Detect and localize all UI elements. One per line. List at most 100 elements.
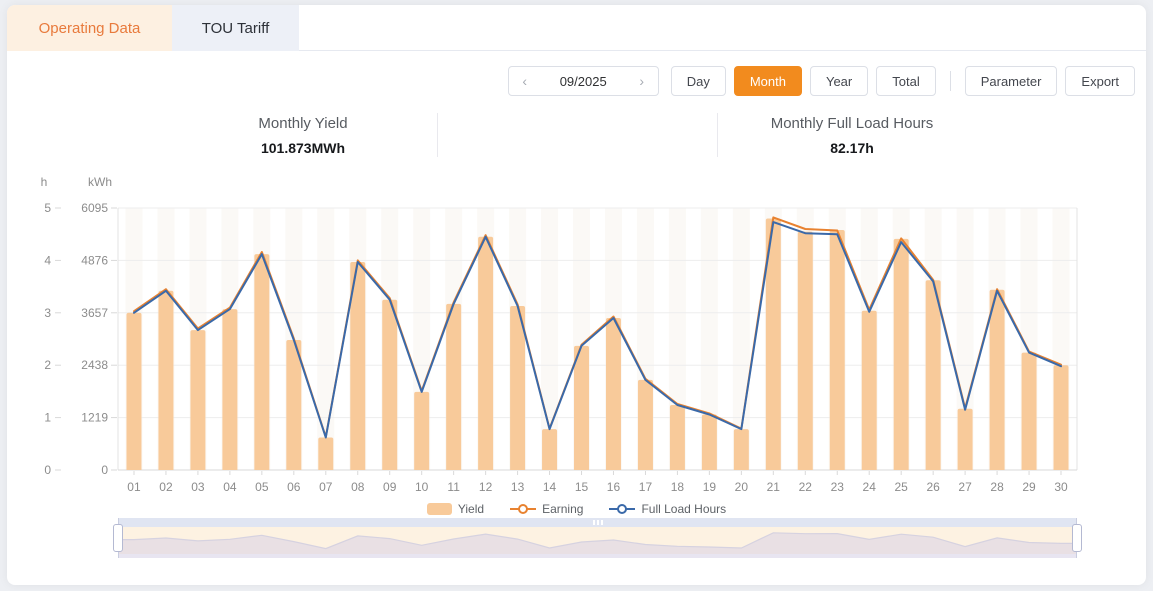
svg-text:h: h xyxy=(41,175,48,189)
svg-text:24: 24 xyxy=(863,480,877,494)
yield-bar-02 xyxy=(158,291,173,470)
svg-text:07: 07 xyxy=(319,480,333,494)
legend-flh-label: Full Load Hours xyxy=(641,502,726,516)
svg-text:25: 25 xyxy=(895,480,909,494)
svg-text:30: 30 xyxy=(1054,480,1068,494)
svg-text:10: 10 xyxy=(415,480,429,494)
svg-text:27: 27 xyxy=(958,480,972,494)
svg-text:08: 08 xyxy=(351,480,365,494)
export-button[interactable]: Export xyxy=(1065,66,1135,96)
yield-bar-04 xyxy=(222,309,237,470)
yield-bar-10 xyxy=(414,392,429,470)
svg-text:2438: 2438 xyxy=(81,358,108,372)
tab-tou-tariff-label: TOU Tariff xyxy=(202,20,270,37)
operating-data-card: Operating Data TOU Tariff ‹ 09/2025 › Da… xyxy=(7,5,1146,585)
yield-bar-18 xyxy=(670,405,685,470)
svg-text:18: 18 xyxy=(671,480,685,494)
svg-text:12: 12 xyxy=(479,480,493,494)
yield-bar-15 xyxy=(574,346,589,470)
chart-legend: Yield Earning Full Load Hours xyxy=(7,502,1146,516)
toolbar-divider xyxy=(950,71,951,91)
yield-bar-14 xyxy=(542,429,557,470)
svg-text:22: 22 xyxy=(799,480,813,494)
yield-bar-09 xyxy=(382,300,397,470)
svg-text:5: 5 xyxy=(44,201,51,215)
legend-item-flh[interactable]: Full Load Hours xyxy=(609,502,726,516)
yield-bar-26 xyxy=(926,280,941,470)
svg-text:05: 05 xyxy=(255,480,269,494)
date-value: 09/2025 xyxy=(541,74,626,89)
svg-text:11: 11 xyxy=(447,480,460,494)
yield-bar-28 xyxy=(990,290,1005,470)
svg-text:06: 06 xyxy=(287,480,301,494)
stat-monthly-yield: Monthly Yield 101.873MWh xyxy=(258,115,347,156)
data-zoom-scrollbar[interactable] xyxy=(118,518,1077,527)
tab-tou-tariff[interactable]: TOU Tariff xyxy=(172,5,299,51)
svg-text:14: 14 xyxy=(543,480,557,494)
data-zoom-right-handle[interactable] xyxy=(1072,524,1082,552)
yield-bar-03 xyxy=(190,330,205,470)
chart-canvas: hkWh012345012192438365748766095010203040… xyxy=(7,165,1146,502)
total-button[interactable]: Total xyxy=(876,66,935,96)
data-zoom-left-handle[interactable] xyxy=(113,524,123,552)
year-button[interactable]: Year xyxy=(810,66,868,96)
svg-text:19: 19 xyxy=(703,480,717,494)
yield-bar-30 xyxy=(1054,365,1069,470)
svg-text:20: 20 xyxy=(735,480,749,494)
svg-text:kWh: kWh xyxy=(88,175,112,189)
date-picker[interactable]: ‹ 09/2025 › xyxy=(508,66,659,96)
yield-bar-22 xyxy=(798,232,813,470)
legend-item-earning[interactable]: Earning xyxy=(510,502,583,516)
earning-line xyxy=(134,217,1061,437)
yield-bar-01 xyxy=(126,313,141,470)
earning-line-icon xyxy=(510,504,536,514)
svg-text:2: 2 xyxy=(44,358,51,372)
tab-operating-data[interactable]: Operating Data xyxy=(7,5,172,51)
stat-full-load-hours-label: Monthly Full Load Hours xyxy=(771,115,934,132)
svg-text:13: 13 xyxy=(511,480,525,494)
prev-month-icon[interactable]: ‹ xyxy=(509,73,541,89)
yield-bar-23 xyxy=(830,230,845,470)
parameter-button[interactable]: Parameter xyxy=(965,66,1058,96)
svg-text:3657: 3657 xyxy=(81,306,108,320)
svg-text:1: 1 xyxy=(44,411,51,425)
svg-text:29: 29 xyxy=(1022,480,1036,494)
stat-monthly-yield-label: Monthly Yield xyxy=(258,115,347,132)
svg-text:4: 4 xyxy=(44,253,51,267)
svg-text:4876: 4876 xyxy=(81,253,108,267)
tab-operating-data-label: Operating Data xyxy=(39,20,141,37)
data-zoom-bottom-rail xyxy=(118,554,1077,558)
toolbar: ‹ 09/2025 › Day Month Year Total Paramet… xyxy=(508,66,1135,96)
svg-text:02: 02 xyxy=(159,480,173,494)
data-zoom-shadow-chart xyxy=(118,527,1077,554)
data-zoom-slider[interactable] xyxy=(118,518,1077,558)
month-button[interactable]: Month xyxy=(734,66,802,96)
legend-earning-label: Earning xyxy=(542,502,583,516)
svg-text:21: 21 xyxy=(767,480,781,494)
legend-item-yield[interactable]: Yield xyxy=(427,502,484,516)
yield-bar-19 xyxy=(702,414,717,470)
yield-bar-17 xyxy=(638,380,653,470)
yield-bar-07 xyxy=(318,438,333,470)
svg-text:23: 23 xyxy=(831,480,845,494)
yield-bar-27 xyxy=(958,409,973,470)
tab-bar: Operating Data TOU Tariff xyxy=(7,5,1146,51)
scrollbar-grip-icon xyxy=(593,520,603,525)
legend-yield-label: Yield xyxy=(458,502,484,516)
day-button[interactable]: Day xyxy=(671,66,726,96)
yield-bar-25 xyxy=(894,239,909,470)
stat-divider-right xyxy=(717,113,718,157)
full-load-hours-line-icon xyxy=(609,504,635,514)
svg-text:0: 0 xyxy=(44,463,51,477)
yield-bar-13 xyxy=(510,306,525,470)
stat-full-load-hours: Monthly Full Load Hours 82.17h xyxy=(771,115,934,156)
yield-bar-11 xyxy=(446,304,461,470)
yield-bar-12 xyxy=(478,237,493,470)
data-zoom-track[interactable] xyxy=(118,527,1077,554)
svg-text:26: 26 xyxy=(926,480,940,494)
yield-bar-05 xyxy=(254,254,269,470)
svg-text:09: 09 xyxy=(383,480,397,494)
next-month-icon[interactable]: › xyxy=(626,73,658,89)
svg-text:28: 28 xyxy=(990,480,1004,494)
svg-text:15: 15 xyxy=(575,480,589,494)
